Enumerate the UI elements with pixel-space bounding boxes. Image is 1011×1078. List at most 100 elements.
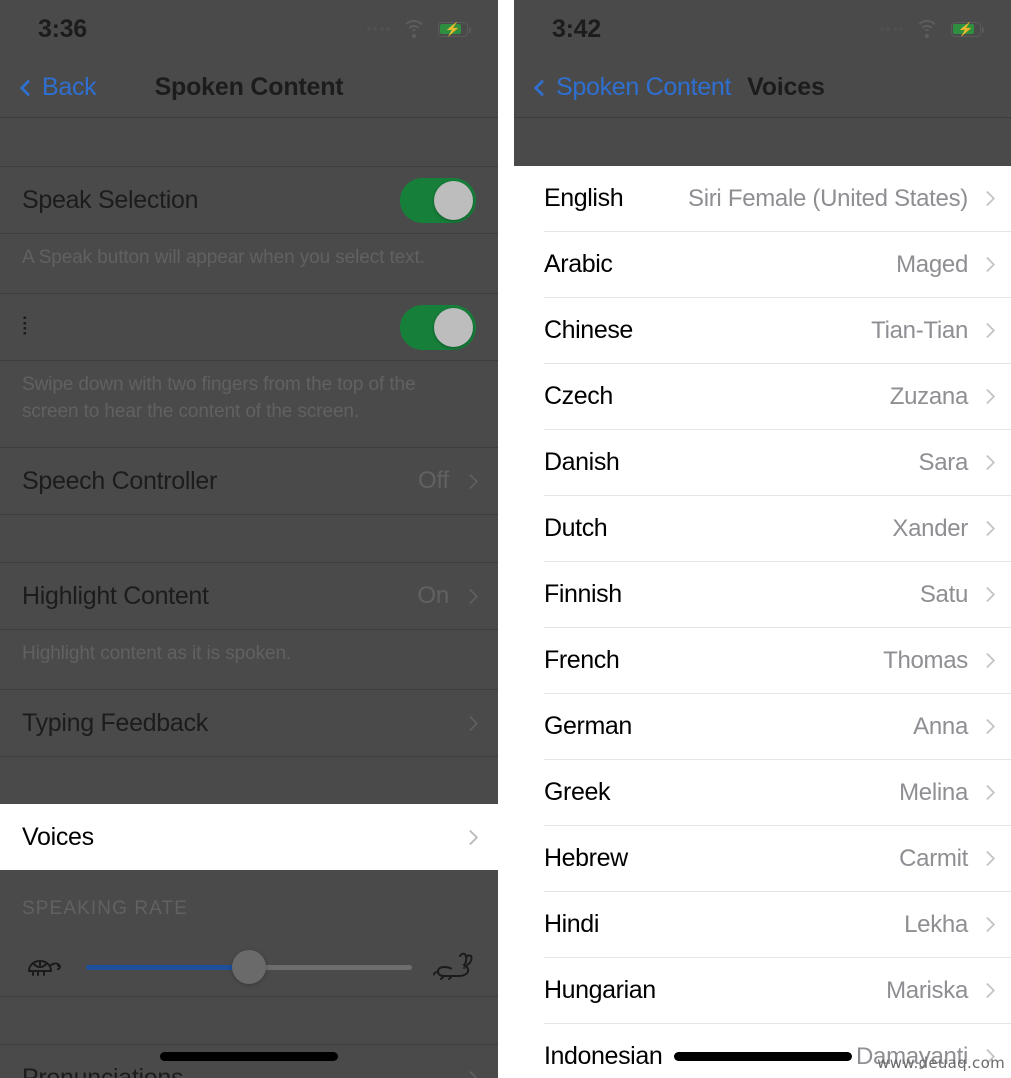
voice-name: Thomas — [883, 646, 968, 674]
chevron-right-icon — [979, 718, 996, 735]
voice-language: Dutch — [544, 514, 608, 542]
back-button-label: Spoken Content — [556, 73, 732, 101]
chevron-right-icon — [979, 784, 996, 801]
voice-name: Carmit — [899, 844, 968, 872]
row-speak-screen[interactable]: ⦙ — [0, 294, 498, 360]
footnote-speak-selection: A Speak button will appear when you sele… — [22, 247, 425, 268]
voice-language: Indonesian — [544, 1042, 663, 1070]
voice-language: Chinese — [544, 316, 633, 344]
chevron-right-icon — [979, 916, 996, 933]
page-title: Voices — [747, 73, 825, 101]
row-voices[interactable]: Voices — [0, 804, 498, 870]
back-button-label: Back — [42, 73, 97, 101]
voice-language: Danish — [544, 448, 620, 476]
voice-name: Satu — [919, 580, 968, 608]
voice-language: French — [544, 646, 620, 674]
speak-screen-toggle[interactable] — [400, 304, 476, 350]
chevron-right-icon — [462, 715, 479, 731]
chevron-right-icon — [979, 322, 996, 339]
voice-row-hindi[interactable]: Hindi Lekha — [514, 892, 1011, 957]
voice-language: Hindi — [544, 910, 599, 938]
row-speak-selection[interactable]: Speak Selection — [0, 167, 498, 233]
row-highlight-content[interactable]: Highlight Content On — [0, 563, 498, 629]
battery-charging-icon: ⚡ — [438, 21, 472, 37]
right-panel-chrome: 3:42 ⚡ Spoken Content Voices — [514, 0, 1011, 166]
chevron-right-icon — [979, 850, 996, 867]
right-phone-panel-voices: 3:42 ⚡ Spoken Content Voices English Sir… — [514, 0, 1011, 1078]
voice-row-english[interactable]: English Siri Female (United States) — [514, 166, 1011, 231]
status-bar-time: 3:36 — [38, 14, 87, 43]
voices-list: English Siri Female (United States) Arabic… — [514, 166, 1011, 1078]
voice-row-greek[interactable]: Greek Melina — [514, 760, 1011, 825]
speaking-rate-control[interactable] — [0, 934, 498, 996]
chevron-right-icon — [979, 586, 996, 603]
chevron-left-icon — [533, 79, 551, 96]
screenshot-stage: 3:36 ⚡ Back Spoken Content Speak Selecti… — [0, 0, 1011, 1078]
chevron-right-icon — [979, 388, 996, 405]
speak-selection-toggle[interactable] — [400, 177, 476, 223]
settings-scroll-area: Speak Selection A Speak button will appe… — [0, 118, 498, 1078]
voice-row-french[interactable]: French Thomas — [514, 628, 1011, 693]
row-typing-feedback[interactable]: Typing Feedback — [0, 690, 498, 756]
battery-charging-icon: ⚡ — [951, 21, 985, 37]
row-label: Typing Feedback — [22, 708, 208, 737]
row-label: Voices — [22, 822, 94, 851]
voice-language: English — [544, 184, 624, 212]
voice-row-german[interactable]: German Anna — [514, 694, 1011, 759]
turtle-icon — [22, 950, 68, 984]
back-button[interactable]: Spoken Content — [532, 73, 731, 102]
voice-name: Melina — [899, 778, 968, 806]
signal-dots-icon — [879, 27, 903, 31]
voice-language: Czech — [544, 382, 613, 410]
row-label: Speech Controller — [22, 466, 218, 495]
voice-name: Tian-Tian — [871, 316, 968, 344]
voice-language: German — [544, 712, 632, 740]
voice-name: Lekha — [904, 910, 968, 938]
signal-dots-icon — [366, 27, 390, 31]
voice-row-finnish[interactable]: Finnish Satu — [514, 562, 1011, 627]
nav-bar-left: Back Spoken Content — [0, 58, 498, 117]
row-pronunciations[interactable]: Pronunciations — [0, 1045, 498, 1078]
row-speech-controller[interactable]: Speech Controller Off — [0, 448, 498, 514]
chevron-right-icon — [462, 473, 479, 489]
slider-thumb[interactable] — [232, 950, 266, 984]
voice-language: Finnish — [544, 580, 622, 608]
rabbit-icon — [430, 950, 476, 984]
wifi-icon — [402, 20, 426, 38]
voice-row-hebrew[interactable]: Hebrew Carmit — [514, 826, 1011, 891]
footnote-highlight-content: Highlight content as it is spoken. — [22, 643, 292, 664]
chevron-right-icon — [979, 652, 996, 669]
footnote-speak-screen: Swipe down with two fingers from the top… — [22, 374, 416, 422]
chevron-right-icon — [979, 520, 996, 537]
voice-name: Zuzana — [889, 382, 969, 410]
voice-row-danish[interactable]: Danish Sara — [514, 430, 1011, 495]
voice-language: Hebrew — [544, 844, 628, 872]
back-button[interactable]: Back — [18, 73, 97, 102]
slider-fill — [86, 964, 249, 970]
speaking-rate-slider[interactable] — [86, 947, 412, 987]
chevron-left-icon — [19, 79, 37, 96]
voice-row-chinese[interactable]: Chinese Tian-Tian — [514, 298, 1011, 363]
voice-row-hungarian[interactable]: Hungarian Mariska — [514, 958, 1011, 1023]
voice-row-czech[interactable]: Czech Zuzana — [514, 364, 1011, 429]
row-label: Speak Selection — [22, 185, 199, 214]
speaking-rate-header: SPEAKING RATE — [22, 898, 188, 919]
voice-name: Mariska — [886, 976, 968, 1004]
wifi-icon — [915, 20, 939, 38]
voice-row-dutch[interactable]: Dutch Xander — [514, 496, 1011, 561]
chevron-right-icon — [462, 1070, 479, 1078]
voice-name: Xander — [892, 514, 968, 542]
home-indicator[interactable] — [673, 1052, 852, 1061]
row-value: Off — [418, 467, 449, 494]
home-indicator[interactable] — [160, 1052, 338, 1061]
row-label: Highlight Content — [22, 581, 209, 610]
voice-name: Anna — [913, 712, 968, 740]
row-label-unrendered: ⦙ — [22, 312, 28, 341]
chevron-right-icon — [979, 256, 996, 273]
voice-row-arabic[interactable]: Arabic Maged — [514, 232, 1011, 297]
